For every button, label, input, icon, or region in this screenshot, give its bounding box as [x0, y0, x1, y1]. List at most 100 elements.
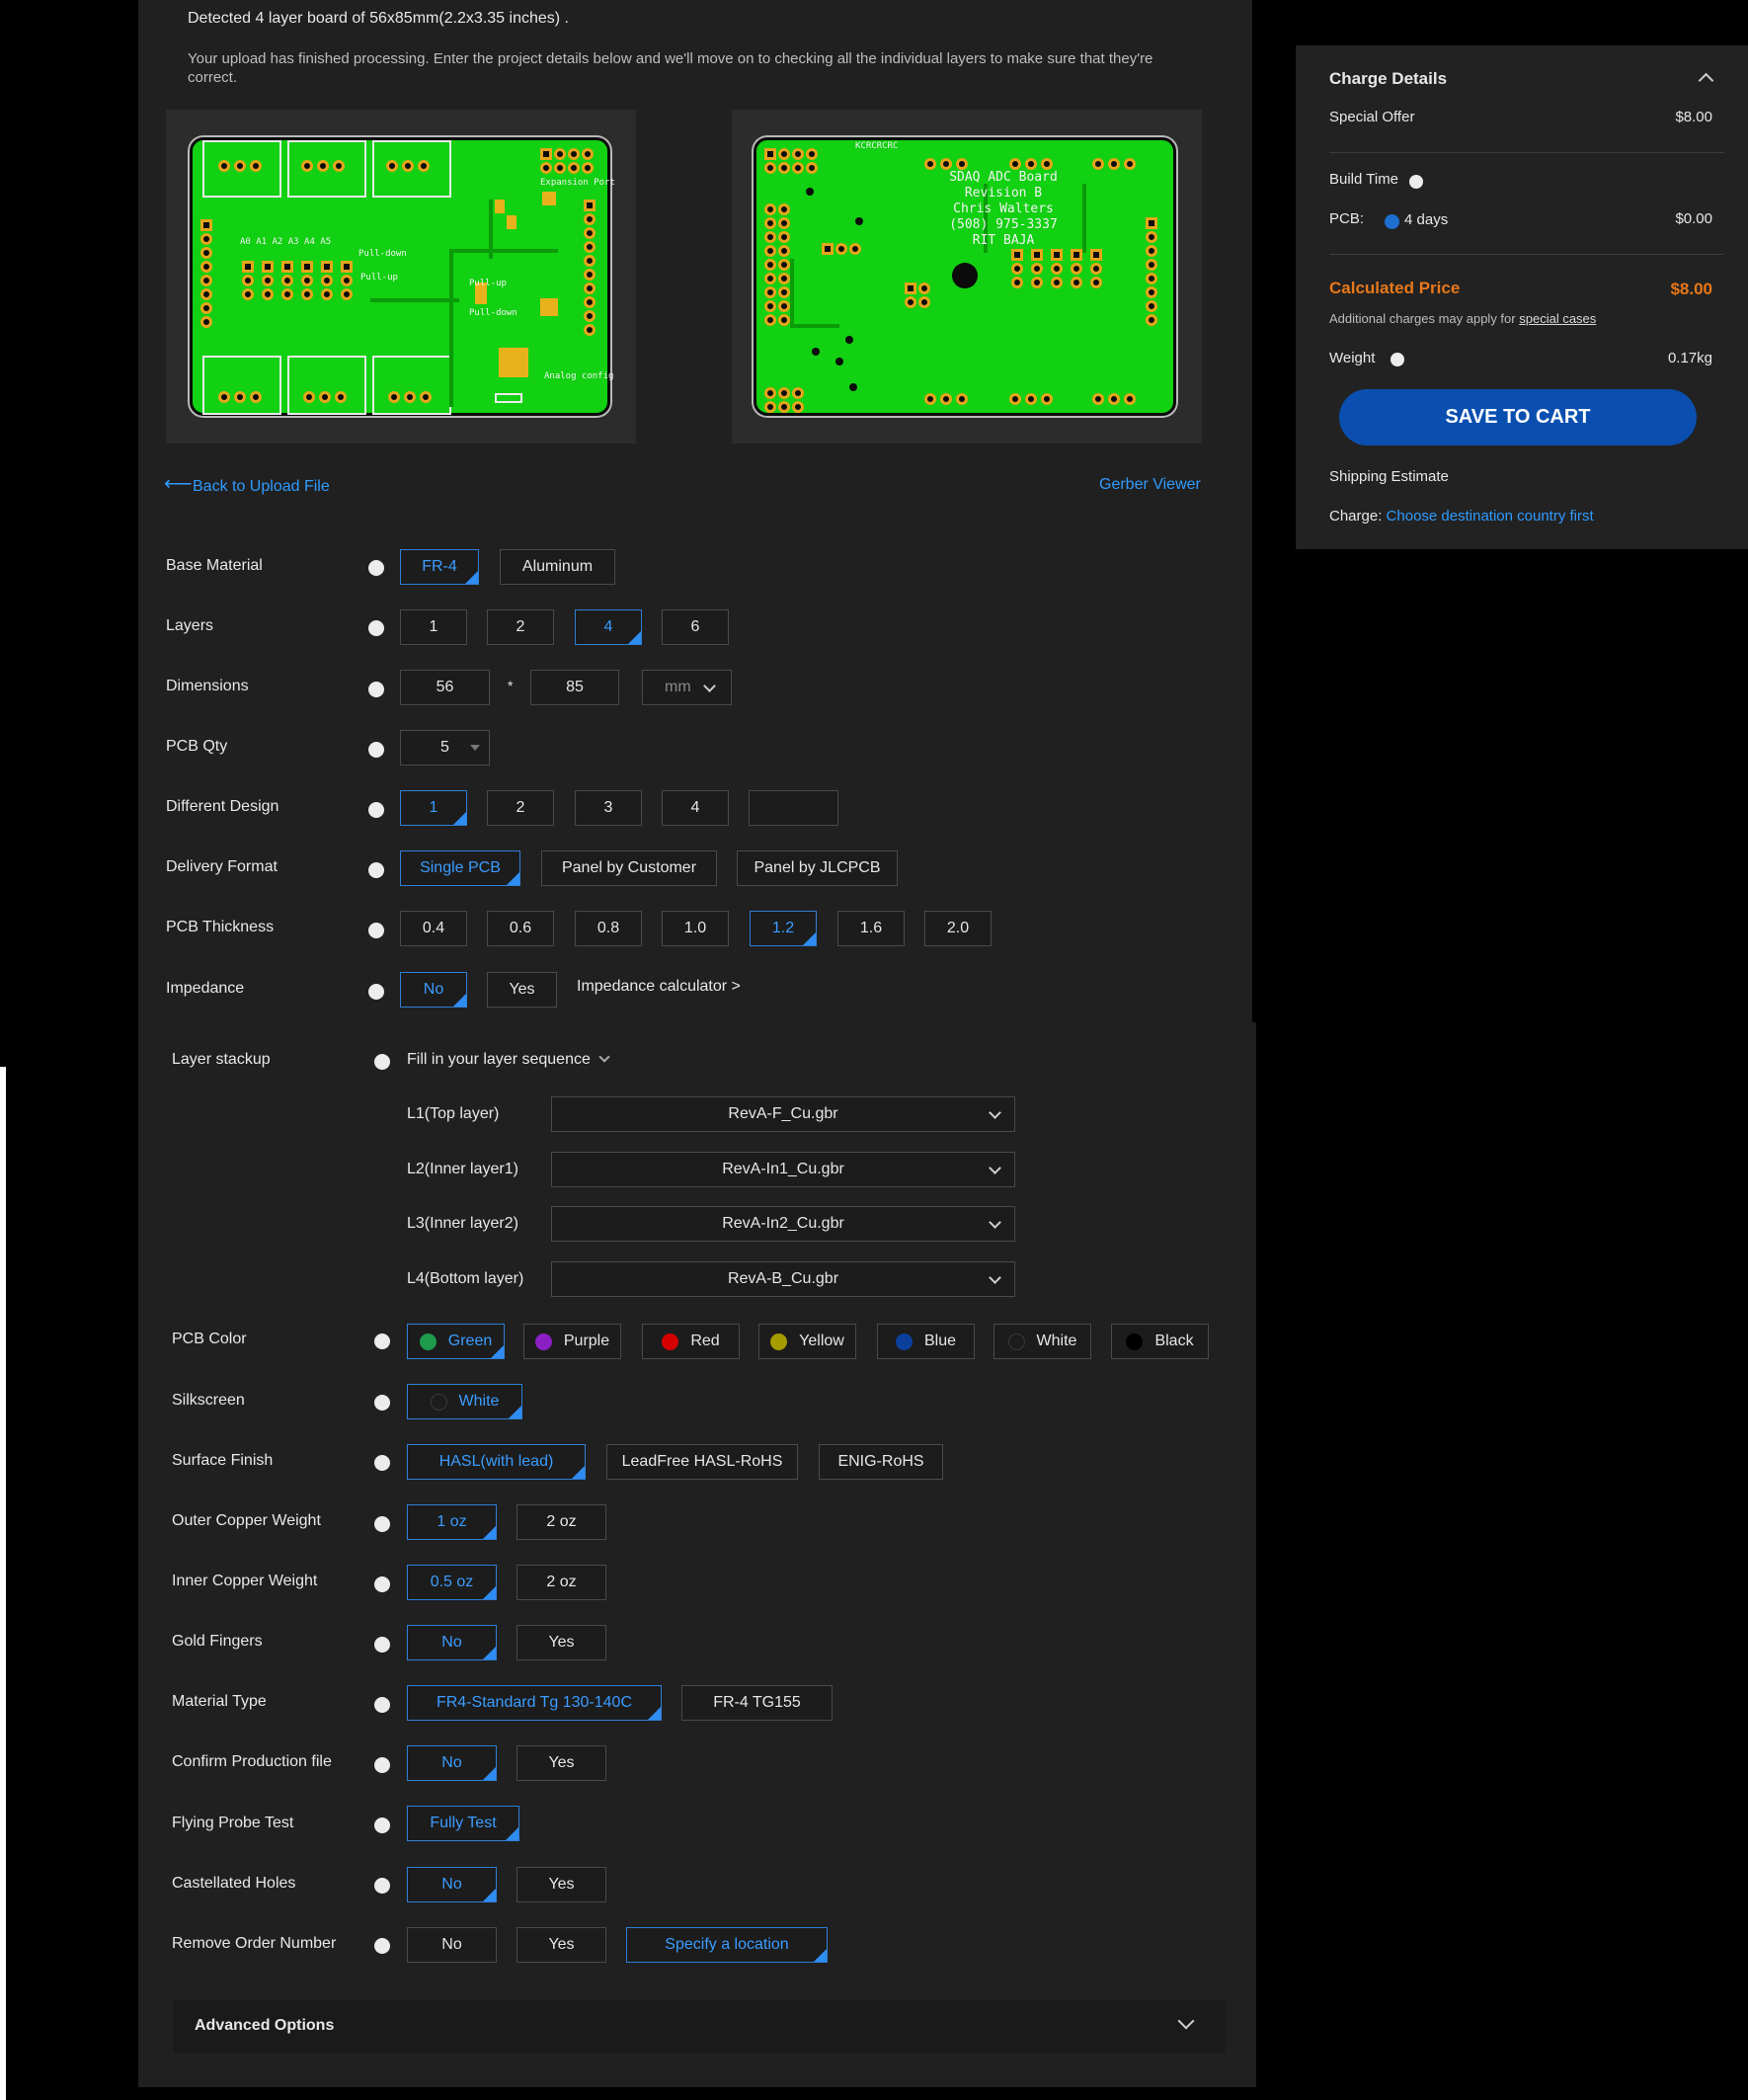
- pcb-preview-bottom[interactable]: SDAQ ADC Board Revision B Chris Walters …: [732, 110, 1202, 444]
- option-layers-6[interactable]: 6: [662, 609, 729, 645]
- info-icon[interactable]: [368, 620, 384, 636]
- layer-l2-select[interactable]: RevA-In1_Cu.gbr: [551, 1152, 1015, 1187]
- layer-l3-select[interactable]: RevA-In2_Cu.gbr: [551, 1206, 1015, 1242]
- advanced-options-toggle[interactable]: Advanced Options: [173, 2000, 1226, 2054]
- info-icon[interactable]: [374, 1878, 390, 1894]
- option-remove-order-yes[interactable]: Yes: [516, 1927, 606, 1963]
- info-icon[interactable]: [374, 1757, 390, 1773]
- option-specify-location[interactable]: Specify a location: [626, 1927, 828, 1963]
- color-red[interactable]: Red: [642, 1324, 740, 1359]
- option-gold-fingers-yes[interactable]: Yes: [516, 1625, 606, 1660]
- label-inner-copper: Inner Copper Weight: [172, 1573, 318, 1589]
- option-thickness-2-0[interactable]: 2.0: [924, 911, 992, 946]
- impedance-calculator-link[interactable]: Impedance calculator >: [577, 978, 741, 996]
- option-layers-2[interactable]: 2: [487, 609, 554, 645]
- option-outer-2oz[interactable]: 2 oz: [516, 1504, 606, 1540]
- option-design-1[interactable]: 1: [400, 790, 467, 826]
- info-icon[interactable]: [368, 802, 384, 818]
- info-icon[interactable]: [368, 984, 384, 1000]
- option-inner-0-5oz[interactable]: 0.5 oz: [407, 1565, 497, 1600]
- layer-l4-select[interactable]: RevA-B_Cu.gbr: [551, 1261, 1015, 1297]
- info-icon[interactable]: [368, 560, 384, 576]
- chevron-up-icon[interactable]: [1698, 72, 1714, 89]
- option-leadfree-hasl[interactable]: LeadFree HASL-RoHS: [606, 1444, 798, 1480]
- info-icon[interactable]: [368, 742, 384, 758]
- info-icon[interactable]: [374, 1054, 390, 1070]
- info-icon[interactable]: [1409, 175, 1423, 189]
- color-white[interactable]: White: [993, 1324, 1091, 1359]
- info-icon[interactable]: [374, 1576, 390, 1592]
- radio-selected-icon[interactable]: [1385, 214, 1399, 229]
- option-design-2[interactable]: 2: [487, 790, 554, 826]
- silk-text: Pull-down: [469, 308, 517, 318]
- info-icon[interactable]: [374, 1395, 390, 1411]
- option-thickness-0-6[interactable]: 0.6: [487, 911, 554, 946]
- info-icon[interactable]: [374, 1516, 390, 1532]
- option-confirm-no[interactable]: No: [407, 1745, 497, 1781]
- option-design-4[interactable]: 4: [662, 790, 729, 826]
- option-confirm-yes[interactable]: Yes: [516, 1745, 606, 1781]
- layer-sequence-toggle[interactable]: Fill in your layer sequence: [407, 1051, 610, 1069]
- gerber-viewer-link[interactable]: Gerber Viewer: [1099, 476, 1201, 494]
- option-layers-1[interactable]: 1: [400, 609, 467, 645]
- option-fr4-tg155[interactable]: FR-4 TG155: [681, 1685, 833, 1721]
- option-panel-by-jlcpcb[interactable]: Panel by JLCPCB: [737, 850, 898, 886]
- option-castellated-yes[interactable]: Yes: [516, 1867, 606, 1902]
- via: [845, 336, 853, 344]
- info-icon[interactable]: [374, 1817, 390, 1833]
- info-icon[interactable]: [368, 923, 384, 938]
- option-impedance-no[interactable]: No: [400, 972, 467, 1008]
- option-layers-4[interactable]: 4: [575, 609, 642, 645]
- pcb-qty-select[interactable]: 5: [400, 730, 490, 766]
- info-icon[interactable]: [368, 862, 384, 878]
- option-fr4[interactable]: FR-4: [400, 549, 479, 585]
- choose-country-link[interactable]: Choose destination country first: [1387, 508, 1594, 525]
- silkscreen-white[interactable]: White: [407, 1384, 522, 1419]
- option-impedance-yes[interactable]: Yes: [487, 972, 557, 1008]
- info-icon[interactable]: [1390, 353, 1404, 366]
- option-panel-by-customer[interactable]: Panel by Customer: [541, 850, 717, 886]
- option-gold-fingers-no[interactable]: No: [407, 1625, 497, 1660]
- option-design-3[interactable]: 3: [575, 790, 642, 826]
- color-yellow[interactable]: Yellow: [758, 1324, 856, 1359]
- pad: [1071, 263, 1082, 275]
- trace: [449, 249, 558, 253]
- save-to-cart-button[interactable]: SAVE TO CART: [1339, 389, 1697, 445]
- color-black[interactable]: Black: [1111, 1324, 1209, 1359]
- option-inner-2oz[interactable]: 2 oz: [516, 1565, 606, 1600]
- info-icon[interactable]: [374, 1938, 390, 1954]
- option-single-pcb[interactable]: Single PCB: [400, 850, 520, 886]
- layer-l1-select[interactable]: RevA-F_Cu.gbr: [551, 1096, 1015, 1132]
- back-to-upload-link[interactable]: ⟵ Back to Upload File: [164, 473, 330, 496]
- option-thickness-1-2[interactable]: 1.2: [750, 911, 817, 946]
- label-surface-finish: Surface Finish: [172, 1452, 274, 1469]
- info-icon[interactable]: [368, 682, 384, 697]
- option-aluminum[interactable]: Aluminum: [500, 549, 615, 585]
- option-fully-test[interactable]: Fully Test: [407, 1806, 519, 1841]
- option-outer-1oz[interactable]: 1 oz: [407, 1504, 497, 1540]
- dimension-height-input[interactable]: 85: [530, 670, 619, 705]
- unit-select[interactable]: mm: [642, 670, 732, 705]
- option-thickness-1-0[interactable]: 1.0: [662, 911, 729, 946]
- option-remove-order-no[interactable]: No: [407, 1927, 497, 1963]
- color-purple[interactable]: Purple: [523, 1324, 621, 1359]
- silk-text: Pull-up: [469, 279, 507, 288]
- option-castellated-no[interactable]: No: [407, 1867, 497, 1902]
- dimension-width-input[interactable]: 56: [400, 670, 490, 705]
- option-fr4-standard[interactable]: FR4-Standard Tg 130-140C: [407, 1685, 662, 1721]
- info-icon[interactable]: [374, 1455, 390, 1471]
- option-thickness-0-4[interactable]: 0.4: [400, 911, 467, 946]
- info-icon[interactable]: [374, 1637, 390, 1653]
- special-cases-link[interactable]: special cases: [1519, 311, 1596, 326]
- color-green[interactable]: Green: [407, 1324, 505, 1359]
- pcb-preview-top[interactable]: Expansion Port A0 A1 A2 A3 A4 A5 Pull-do…: [166, 110, 636, 444]
- option-thickness-1-6[interactable]: 1.6: [837, 911, 905, 946]
- info-icon[interactable]: [374, 1697, 390, 1713]
- option-hasl-with-lead[interactable]: HASL(with lead): [407, 1444, 586, 1480]
- design-custom-input[interactable]: [749, 790, 838, 826]
- info-icon[interactable]: [374, 1333, 390, 1349]
- color-blue[interactable]: Blue: [877, 1324, 975, 1359]
- label-delivery-format: Delivery Format: [166, 858, 278, 875]
- option-enig[interactable]: ENIG-RoHS: [819, 1444, 943, 1480]
- option-thickness-0-8[interactable]: 0.8: [575, 911, 642, 946]
